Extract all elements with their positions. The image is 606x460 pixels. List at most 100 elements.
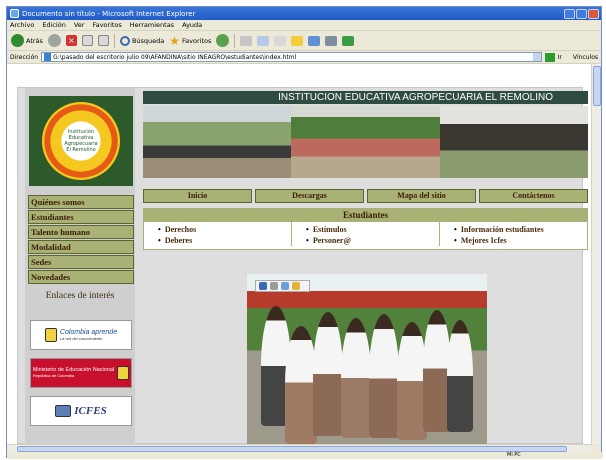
- ie-icon: [10, 9, 19, 18]
- links-button[interactable]: Vínculos: [573, 54, 598, 61]
- search-label: Búsqueda: [131, 36, 165, 45]
- menu-herramientas[interactable]: Herramientas: [130, 21, 174, 29]
- sidebar-item-sedes[interactable]: Sedes: [28, 255, 134, 269]
- coat-of-arms-icon: [117, 366, 130, 380]
- forward-arrow-icon[interactable]: [47, 34, 61, 47]
- menu-archivo[interactable]: Archivo: [10, 21, 34, 29]
- link-deberes[interactable]: Deberes: [158, 235, 291, 246]
- page-viewport: Institución Educativa Agropecuaria El Re…: [7, 64, 593, 444]
- tab-mapa-del-sitio[interactable]: Mapa del sitio: [367, 189, 476, 203]
- tab-inicio[interactable]: Inicio: [143, 189, 252, 203]
- star-icon: ★: [169, 33, 181, 48]
- website: Institución Educativa Agropecuaria El Re…: [17, 87, 588, 444]
- mail-image-icon[interactable]: [281, 282, 289, 290]
- maximize-button[interactable]: [576, 8, 587, 19]
- main-content: INSTITUCION EDUCATIVA AGROPECUARIA EL RE…: [138, 88, 588, 444]
- mail-icon[interactable]: [257, 35, 270, 46]
- estudiantes-col-1: Derechos Deberes: [144, 222, 292, 246]
- estudiantes-col-3: Información estudiantes Mejores Icfes: [440, 222, 587, 246]
- minimize-button[interactable]: [564, 8, 575, 19]
- students-group-photo: [247, 274, 487, 444]
- estudiantes-panel: Estudiantes Derechos Deberes Estímulos P…: [143, 208, 588, 250]
- student-figure: [447, 320, 473, 432]
- link-derechos[interactable]: Derechos: [158, 224, 291, 235]
- school-logo: Institución Educativa Agropecuaria El Re…: [29, 96, 133, 186]
- toolbar: Atrás × Búsqueda ★ Favoritos: [7, 31, 601, 51]
- go-button[interactable]: Ir: [558, 54, 562, 61]
- go-arrow-icon[interactable]: [544, 52, 555, 62]
- banner-sub: La red del conocimiento: [59, 336, 103, 341]
- menu-edicion[interactable]: Edición: [42, 21, 66, 29]
- menu-ver[interactable]: Ver: [74, 21, 85, 29]
- history-icon[interactable]: [240, 35, 253, 46]
- print-icon[interactable]: [274, 35, 287, 46]
- banner-icfes[interactable]: ICFES: [30, 396, 132, 426]
- header-photo: [143, 106, 292, 178]
- status-bar: Mi PC: [7, 452, 603, 459]
- address-input[interactable]: G:\pasado del escritorio julio 09\AFANDI…: [41, 52, 542, 62]
- vertical-scrollbar[interactable]: [591, 64, 601, 444]
- sidebar: Institución Educativa Agropecuaria El Re…: [25, 88, 135, 444]
- browser-window: Documento sin título - Microsoft Interne…: [6, 6, 603, 459]
- window-title: Documento sin título - Microsoft Interne…: [22, 9, 196, 18]
- link-personero[interactable]: Personer@: [306, 235, 439, 246]
- banner-sub: República de Colombia: [32, 373, 75, 378]
- sidebar-item-talento-humano[interactable]: Talento humano: [28, 225, 134, 239]
- banner-name: ICFES: [74, 405, 107, 417]
- sidebar-item-modalidad[interactable]: Modalidad: [28, 240, 134, 254]
- home-icon[interactable]: [97, 35, 109, 46]
- back-arrow-icon: [11, 34, 24, 47]
- menu-favoritos[interactable]: Favoritos: [92, 21, 121, 29]
- students-figures: [261, 306, 473, 444]
- folder-icon[interactable]: [291, 35, 304, 46]
- research-icon[interactable]: [342, 35, 355, 46]
- tab-descargas[interactable]: Descargas: [255, 189, 364, 203]
- shield-icon: [44, 328, 57, 342]
- search-button[interactable]: Búsqueda: [119, 35, 165, 46]
- sidebar-item-estudiantes[interactable]: Estudiantes: [28, 210, 134, 224]
- link-estimulos[interactable]: Estímulos: [306, 224, 439, 235]
- banner-ministerio[interactable]: Ministerio de Educación Nacional Repúbli…: [30, 358, 132, 388]
- tab-contactenos[interactable]: Contáctenos: [479, 189, 588, 203]
- banner-colombia-aprende[interactable]: Colombia aprende La red del conocimiento: [30, 320, 132, 350]
- page-title: INSTITUCION EDUCATIVA AGROPECUARIA EL RE…: [143, 91, 588, 104]
- folder-image-icon[interactable]: [292, 282, 300, 290]
- edit-icon[interactable]: [308, 35, 321, 46]
- sidebar-nav: Quiénes somos Estudiantes Talento humano…: [28, 195, 134, 285]
- top-nav: Inicio Descargas Mapa del sitio Contácte…: [143, 189, 588, 203]
- sidebar-item-novedades[interactable]: Novedades: [28, 270, 134, 284]
- student-figure: [369, 314, 399, 438]
- header-photos: [143, 106, 588, 178]
- enlaces-title: Enlaces de interés: [45, 291, 115, 301]
- chevron-down-icon[interactable]: [532, 53, 541, 61]
- banner-name: Colombia aprende: [59, 329, 118, 336]
- menu-ayuda[interactable]: Ayuda: [182, 21, 202, 29]
- address-value: G:\pasado del escritorio julio 09\AFANDI…: [53, 53, 297, 61]
- horizontal-scrollbar[interactable]: [7, 444, 593, 452]
- address-bar: Dirección G:\pasado del escritorio julio…: [7, 51, 601, 64]
- icfes-logo-icon: [55, 405, 72, 417]
- scroll-thumb[interactable]: [593, 66, 601, 106]
- image-toolbar: [255, 280, 310, 292]
- stop-icon[interactable]: ×: [65, 35, 77, 46]
- media-icon[interactable]: [216, 34, 230, 47]
- toolbar-separator: [113, 33, 115, 48]
- favorites-button[interactable]: ★ Favoritos: [169, 35, 211, 47]
- link-mejores-icfes[interactable]: Mejores Icfes: [454, 235, 587, 246]
- link-informacion-estudiantes[interactable]: Información estudiantes: [454, 224, 587, 235]
- sidebar-item-quienes-somos[interactable]: Quiénes somos: [28, 195, 134, 209]
- favorites-label: Favoritos: [182, 36, 212, 45]
- save-image-icon[interactable]: [259, 282, 267, 290]
- toolbar-separator: [234, 33, 236, 48]
- page-icon: [44, 53, 52, 61]
- refresh-icon[interactable]: [81, 35, 93, 46]
- title-bar: Documento sin título - Microsoft Interne…: [7, 7, 601, 20]
- back-label: Atrás: [26, 36, 43, 45]
- sun-emblem-icon: Institución Educativa Agropecuaria El Re…: [42, 102, 120, 180]
- print-image-icon[interactable]: [270, 282, 278, 290]
- messenger-icon[interactable]: [325, 35, 338, 46]
- header-photo: [291, 106, 440, 178]
- back-button[interactable]: Atrás: [11, 34, 43, 47]
- student-figure: [313, 312, 343, 436]
- close-button[interactable]: [588, 8, 599, 19]
